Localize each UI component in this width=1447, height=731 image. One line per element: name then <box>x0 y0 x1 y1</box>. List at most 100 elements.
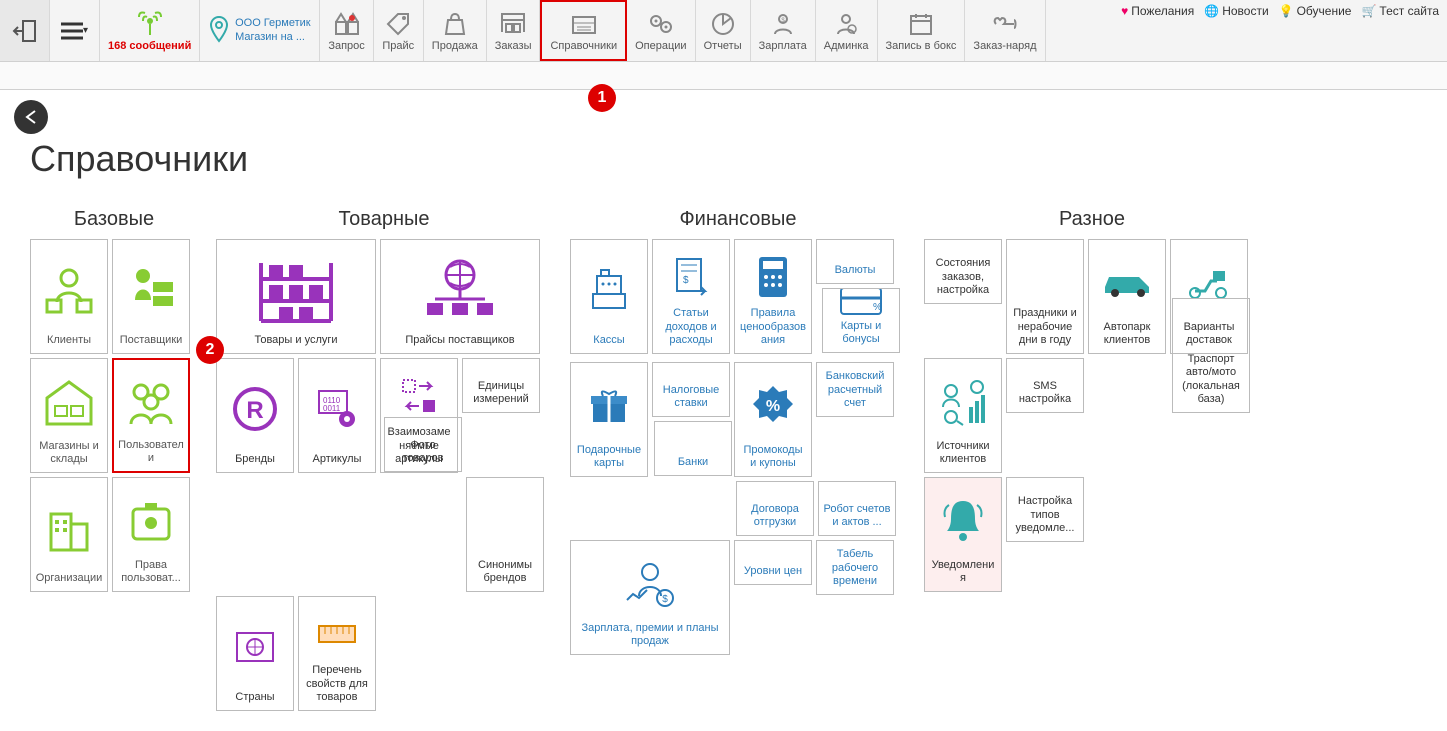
percent-badge-icon: % <box>739 369 807 444</box>
test-link[interactable]: 🛒Тест сайта <box>1361 4 1439 18</box>
tile-goods-services[interactable]: Товары и услуги <box>216 239 376 354</box>
tile-order-states[interactable]: Состояния заказов, настройка <box>924 239 1002 304</box>
tile-supplier-prices[interactable]: Прайсы поставщиков <box>380 239 540 354</box>
wishes-link[interactable]: ♥Пожелания <box>1121 4 1194 18</box>
toolbar-label: Отчеты <box>704 40 742 52</box>
tile-timesheet[interactable]: Табель рабочего времени <box>816 540 894 595</box>
tile-invoice-robot[interactable]: Робот счетов и актов ... <box>818 481 896 536</box>
group-base: Базовые Клиенты Поставщики Магазины и ск… <box>30 208 198 592</box>
analytics-icon <box>929 365 997 440</box>
cart-icon: 🛒 <box>1361 4 1376 18</box>
pie-chart-icon <box>711 10 735 38</box>
org-selector[interactable]: ООО Герметик Магазин на ... <box>200 0 320 61</box>
tile-income-expense[interactable]: $ Статьи доходов и расходы <box>652 239 730 354</box>
tile-shipment-contracts[interactable]: Договора отгрузки <box>736 481 814 536</box>
learn-link[interactable]: 💡Обучение <box>1279 4 1352 18</box>
tile-units[interactable]: Единицы измерений <box>462 358 540 413</box>
messages-button[interactable]: 168 сообщений <box>100 0 200 61</box>
suppliers-icon <box>117 246 185 334</box>
ruler-icon <box>303 603 371 664</box>
toolbar-label: Продажа <box>432 40 478 52</box>
toolbar-price[interactable]: Прайс <box>374 0 424 61</box>
messages-count-label: 168 сообщений <box>108 40 191 52</box>
heart-icon: ♥ <box>1121 4 1128 18</box>
toolbar-admin[interactable]: Админка <box>816 0 878 61</box>
tile-bank-account[interactable]: Банковский расчетный счет <box>816 362 894 417</box>
annotation-marker-1: 1 <box>588 84 616 112</box>
bell-icon <box>929 484 997 559</box>
tile-photos[interactable]: Фото товаров <box>384 417 462 472</box>
tile-sms[interactable]: SMS настройка <box>1006 358 1084 413</box>
tile-currencies[interactable]: Валюты <box>816 239 894 284</box>
car-icon <box>1093 246 1161 321</box>
group-title: Товарные <box>216 208 552 231</box>
news-link[interactable]: 🌐Новости <box>1204 4 1268 18</box>
svg-text:0011: 0011 <box>323 404 341 413</box>
antenna-icon <box>135 10 165 38</box>
toolbar-label: Заказы <box>495 40 532 52</box>
tile-suppliers[interactable]: Поставщики <box>112 239 190 354</box>
back-arrow-icon <box>21 107 41 127</box>
toolbar-salary[interactable]: $ Зарплата <box>751 0 816 61</box>
tile-brand-synonyms[interactable]: Синонимы брендов <box>466 477 544 592</box>
toolbar-sale[interactable]: Продажа <box>424 0 487 61</box>
credit-card-icon: % <box>827 288 895 320</box>
tile-tax-rates[interactable]: Налоговые ставки <box>652 362 730 417</box>
building-icon <box>35 484 103 572</box>
tile-price-levels[interactable]: Уровни цен <box>734 540 812 585</box>
tile-autopark[interactable]: Автопарк клиентов <box>1088 239 1166 354</box>
globe-icon: 🌐 <box>1204 4 1219 18</box>
toolbar-workorder[interactable]: Заказ-наряд <box>965 0 1045 61</box>
toolbar-reports[interactable]: Отчеты <box>696 0 751 61</box>
tile-promo[interactable]: % Промокоды и купоны <box>734 362 812 477</box>
barcode-gear-icon: 01100011 <box>303 365 371 453</box>
location-pin-icon <box>209 15 229 46</box>
tile-rights[interactable]: Права пользоват... <box>112 477 190 592</box>
toolbar-booking[interactable]: Запись в бокс <box>878 0 966 61</box>
exit-button[interactable] <box>0 0 50 61</box>
tile-banks[interactable]: Банки <box>654 421 732 476</box>
tile-gift-cards[interactable]: Подарочные карты <box>570 362 648 477</box>
group-title: Базовые <box>30 208 198 231</box>
toolbar-zapros[interactable]: Запрос <box>320 0 373 61</box>
tile-users[interactable]: Пользователи <box>112 358 190 473</box>
toolbar-label: Зарплата <box>759 40 807 52</box>
shopping-bag-icon <box>444 10 466 38</box>
group-fin: Финансовые Кассы $ Статьи доходов и расх… <box>570 208 906 655</box>
tile-pricing-rules[interactable]: Правила ценообразования <box>734 239 812 354</box>
page-title: Справочники <box>30 138 1417 180</box>
svg-text:%: % <box>766 398 780 415</box>
menu-button[interactable]: ▾ <box>50 0 100 61</box>
toolbar-refs[interactable]: Справочники <box>540 0 627 61</box>
topbar-right-links: ♥Пожелания 🌐Новости 💡Обучение 🛒Тест сайт… <box>1121 4 1439 18</box>
toolbar-label: Заказ-наряд <box>973 40 1036 52</box>
tile-salary-premiums[interactable]: $ Зарплата, премии и планы продаж <box>570 540 730 655</box>
tile-countries[interactable]: Страны <box>216 596 294 711</box>
tile-properties[interactable]: Перечень свойств для товаров <box>298 596 376 711</box>
svg-text:R: R <box>246 397 263 424</box>
group-misc: Разное Состояния заказов, настройка Праз… <box>924 208 1260 592</box>
tile-holidays[interactable]: Праздники и нерабочие дни в году <box>1006 239 1084 354</box>
toolbar-label: Запрос <box>328 40 364 52</box>
svg-text:$: $ <box>662 594 668 605</box>
tile-clients[interactable]: Клиенты <box>30 239 108 354</box>
tile-cashboxes[interactable]: Кассы <box>570 239 648 354</box>
calculator-icon <box>739 246 807 307</box>
tile-notifications[interactable]: Уведомления <box>924 477 1002 592</box>
tile-client-sources[interactable]: Источники клиентов <box>924 358 1002 473</box>
tile-cards-bonuses[interactable]: % Карты и бонусы <box>822 288 900 353</box>
back-button[interactable] <box>14 100 48 134</box>
tile-brands[interactable]: R Бренды <box>216 358 294 473</box>
tile-articles[interactable]: 01100011 Артикулы <box>298 358 376 473</box>
toolbar-label: Админка <box>824 40 869 52</box>
tile-notif-types[interactable]: Настройка типов уведомле... <box>1006 477 1084 542</box>
svg-text:%: % <box>873 302 882 313</box>
warehouse-icon <box>35 365 103 440</box>
tile-transport[interactable]: Траспорт авто/мото (локальная база) <box>1172 298 1250 413</box>
toolbar-orders[interactable]: Заказы <box>487 0 541 61</box>
globe-map-icon <box>221 603 289 691</box>
toolbar-label: Запись в бокс <box>886 40 957 52</box>
tile-stores[interactable]: Магазины и склады <box>30 358 108 473</box>
tile-orgs[interactable]: Организации <box>30 477 108 592</box>
toolbar-ops[interactable]: Операции <box>627 0 695 61</box>
